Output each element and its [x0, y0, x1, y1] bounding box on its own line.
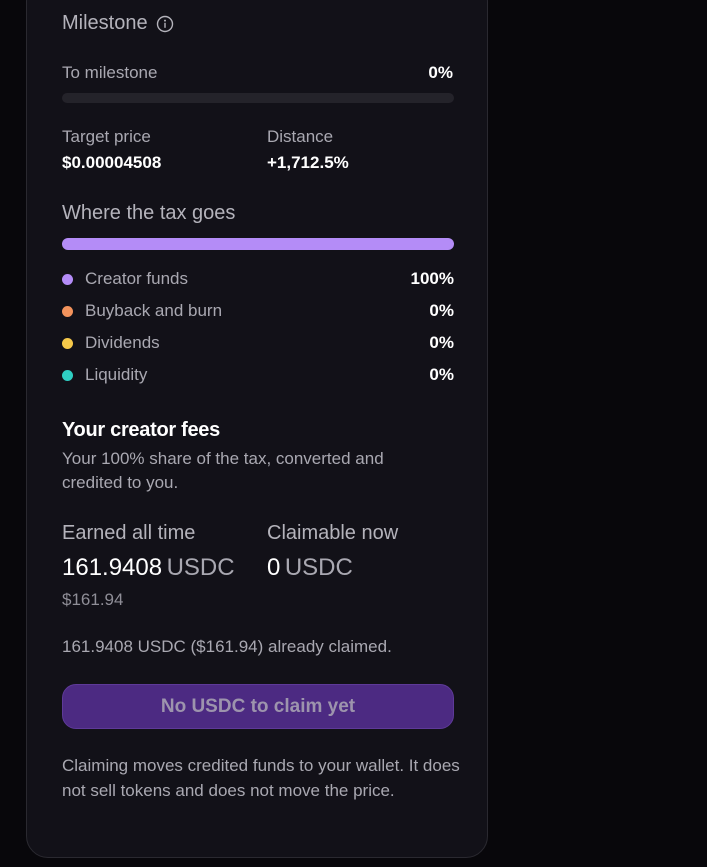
- creator-fees-description: Your 100% share of the tax, converted an…: [62, 449, 384, 492]
- tax-row-liquidity: Liquidity 0%: [62, 364, 454, 386]
- tax-row-percent: 100%: [410, 269, 454, 288]
- claimable-unit: USDC: [284, 554, 353, 581]
- tax-distribution-bar: [62, 238, 454, 250]
- earned-all-time-label: Earned all time: [62, 522, 196, 544]
- already-claimed-note: 161.9408 USDC ($161.94) already claimed.: [62, 637, 392, 656]
- claimable-now-amount: 0 USDC: [267, 554, 353, 582]
- tax-row-dividends: Dividends 0%: [62, 332, 454, 354]
- distance-label: Distance: [267, 127, 334, 146]
- tax-section-title: Where the tax goes: [62, 202, 236, 224]
- tax-row-creator-funds: Creator funds 100%: [62, 268, 454, 290]
- tax-row-percent: 0%: [429, 365, 454, 384]
- creator-fees-title: Your creator fees: [62, 419, 220, 441]
- tax-row-label: Creator funds: [85, 269, 188, 288]
- info-icon[interactable]: [156, 15, 174, 33]
- to-milestone-value: 0%: [428, 63, 453, 82]
- tax-row-label: Liquidity: [85, 365, 148, 384]
- milestone-title: Milestone: [62, 12, 148, 34]
- claimable-value: 0: [267, 554, 281, 581]
- claim-button[interactable]: No USDC to claim yet: [62, 684, 454, 729]
- earned-value: 161.9408: [62, 554, 163, 581]
- creator-panel-card: Milestone To milestone 0% Target price $…: [26, 0, 488, 858]
- target-price-label: Target price: [62, 127, 151, 146]
- tax-row-percent: 0%: [429, 333, 454, 352]
- earned-unit: USDC: [166, 554, 235, 581]
- distance-value: +1,712.5%: [267, 153, 349, 172]
- creator-funds-dot: [62, 273, 73, 285]
- to-milestone-label: To milestone: [62, 63, 158, 82]
- tax-row-label: Dividends: [85, 333, 160, 352]
- claim-footer-note: Claiming moves credited funds to your wa…: [62, 756, 460, 800]
- earned-usd-value: $161.94: [62, 590, 124, 609]
- dividends-dot: [62, 337, 73, 349]
- buyback-burn-dot: [62, 305, 73, 317]
- claimable-now-label: Claimable now: [267, 522, 399, 544]
- earned-all-time-amount: 161.9408 USDC: [62, 554, 235, 582]
- tax-bar-segment-creator-funds: [62, 238, 454, 250]
- tax-row-buyback-burn: Buyback and burn 0%: [62, 300, 454, 322]
- tax-row-label: Buyback and burn: [85, 301, 223, 320]
- tax-row-percent: 0%: [429, 301, 454, 320]
- milestone-header: Milestone: [62, 12, 174, 35]
- liquidity-dot: [62, 369, 73, 381]
- milestone-progress-bar: [62, 93, 454, 103]
- target-price-value: $0.00004508: [62, 153, 162, 172]
